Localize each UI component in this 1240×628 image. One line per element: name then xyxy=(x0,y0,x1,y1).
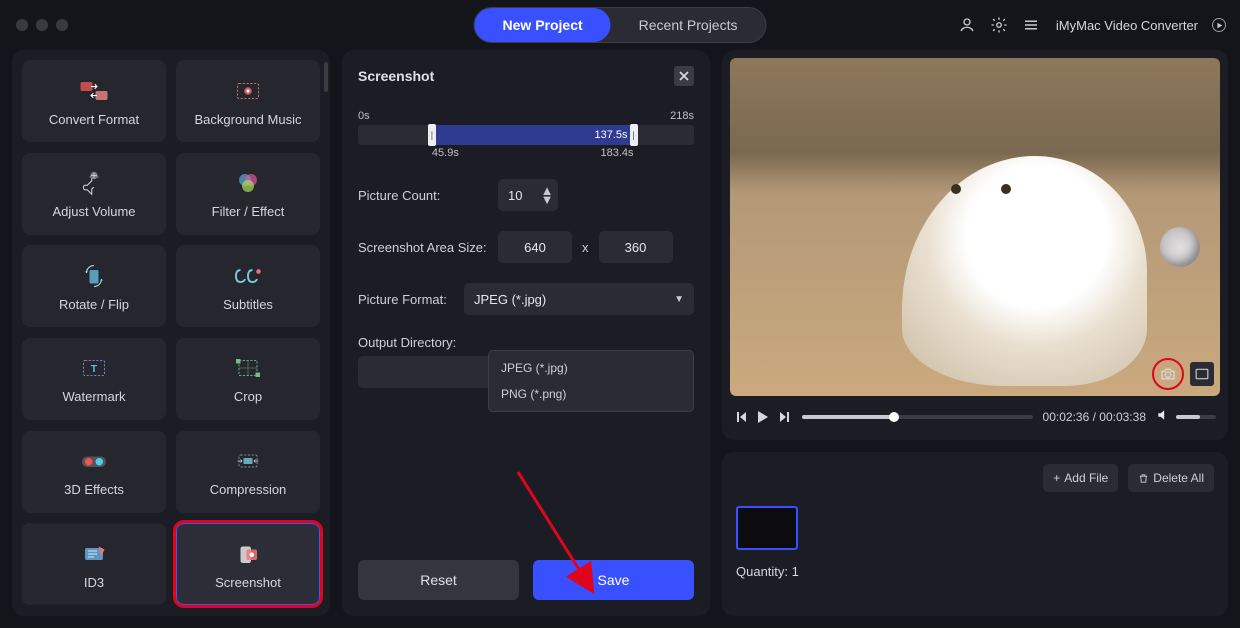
area-separator: x xyxy=(582,240,589,255)
save-button[interactable]: Save xyxy=(533,560,694,600)
progress-bar[interactable] xyxy=(802,415,1033,419)
tool-compression[interactable]: Compression xyxy=(176,431,320,513)
camera-icon[interactable] xyxy=(1152,358,1184,390)
tool-3d-effects[interactable]: 3D Effects xyxy=(22,431,166,513)
tool-label: Compression xyxy=(210,482,287,497)
screenshot-settings-panel: Screenshot 0s 218s 137.5s | | 45.9s 183.… xyxy=(342,50,710,616)
time-range: 0s 218s 137.5s | | 45.9s 183.4s xyxy=(358,110,694,159)
play-button[interactable] xyxy=(756,410,770,424)
watermark-icon: T xyxy=(75,353,113,383)
crop-icon xyxy=(229,353,267,383)
range-handle-right[interactable]: | xyxy=(630,124,638,146)
area-size-label: Screenshot Area Size: xyxy=(358,240,488,255)
tab-new-project[interactable]: New Project xyxy=(475,8,611,42)
file-list-panel: +Add File Delete All Quantity: 1 xyxy=(722,452,1228,616)
range-sel-start: 45.9s xyxy=(432,147,459,159)
video-preview[interactable] xyxy=(730,58,1220,396)
settings-icon[interactable] xyxy=(988,14,1010,36)
window-controls[interactable] xyxy=(16,19,68,31)
add-file-button[interactable]: +Add File xyxy=(1043,464,1118,492)
format-label: Picture Format: xyxy=(358,292,454,307)
format-option-jpeg[interactable]: JPEG (*.jpg) xyxy=(489,355,693,381)
screenshot-icon xyxy=(229,539,267,569)
reset-button[interactable]: Reset xyxy=(358,560,519,600)
quantity-label: Quantity: 1 xyxy=(736,564,1214,579)
file-thumbnail[interactable] xyxy=(736,506,798,550)
tool-label: Crop xyxy=(234,389,262,404)
brand-play-icon xyxy=(1212,18,1226,32)
tool-label: Rotate / Flip xyxy=(59,297,129,312)
panel-title: Screenshot xyxy=(358,68,434,84)
adjust-volume-icon xyxy=(75,168,113,198)
close-panel-button[interactable] xyxy=(674,66,694,86)
tool-label: Background Music xyxy=(195,112,302,127)
subtitles-icon xyxy=(229,261,267,291)
background-music-icon xyxy=(229,76,267,106)
preview-panel: 00:02:36 / 00:03:38 xyxy=(722,50,1228,440)
range-inner-label: 137.5s xyxy=(595,129,628,141)
tool-label: Screenshot xyxy=(215,575,281,590)
scrollbar[interactable] xyxy=(324,62,328,92)
tool-watermark[interactable]: T Watermark xyxy=(22,338,166,420)
rotate-flip-icon xyxy=(75,261,113,291)
tool-label: Watermark xyxy=(62,389,125,404)
account-icon[interactable] xyxy=(956,14,978,36)
range-start-label: 0s xyxy=(358,110,370,122)
tab-recent-projects[interactable]: Recent Projects xyxy=(611,8,766,42)
tool-label: Subtitles xyxy=(223,297,273,312)
tool-label: Adjust Volume xyxy=(52,204,135,219)
next-button[interactable] xyxy=(778,410,792,424)
tool-filter-effect[interactable]: Filter / Effect xyxy=(176,153,320,235)
time-display: 00:02:36 / 00:03:38 xyxy=(1043,410,1146,424)
picture-count-label: Picture Count: xyxy=(358,188,488,203)
tool-adjust-volume[interactable]: Adjust Volume xyxy=(22,153,166,235)
project-tabs: New Project Recent Projects xyxy=(474,7,767,43)
picture-count-input[interactable]: ▲ ▼ xyxy=(498,179,558,211)
picture-count-value[interactable] xyxy=(508,188,536,203)
3d-effects-icon xyxy=(75,446,113,476)
svg-text:T: T xyxy=(91,363,98,375)
range-end-label: 218s xyxy=(670,110,694,122)
tool-label: Convert Format xyxy=(49,112,139,127)
fullscreen-icon[interactable] xyxy=(1190,362,1214,386)
volume-slider[interactable] xyxy=(1176,415,1216,419)
id3-icon xyxy=(75,539,113,569)
compression-icon xyxy=(229,446,267,476)
convert-format-icon xyxy=(75,76,113,106)
range-slider[interactable]: 137.5s | | xyxy=(358,125,694,145)
chevron-down-icon: ▼ xyxy=(674,294,684,305)
volume-icon[interactable] xyxy=(1156,408,1170,427)
tool-label: Filter / Effect xyxy=(212,204,285,219)
range-sel-end: 183.4s xyxy=(601,147,634,159)
brand-name: iMyMac Video Converter xyxy=(1056,18,1198,33)
tool-convert-format[interactable]: Convert Format xyxy=(22,60,166,142)
format-value: JPEG (*.jpg) xyxy=(474,292,546,307)
tool-label: ID3 xyxy=(84,575,104,590)
menu-icon[interactable] xyxy=(1020,14,1042,36)
tool-id3[interactable]: ID3 xyxy=(22,523,166,605)
format-select[interactable]: JPEG (*.jpg) ▼ xyxy=(464,283,694,315)
filter-effect-icon xyxy=(229,168,267,198)
spin-down[interactable]: ▼ xyxy=(542,196,552,204)
tool-rotate-flip[interactable]: Rotate / Flip xyxy=(22,245,166,327)
format-option-png[interactable]: PNG (*.png) xyxy=(489,381,693,407)
delete-all-button[interactable]: Delete All xyxy=(1128,464,1214,492)
format-dropdown: JPEG (*.jpg) PNG (*.png) xyxy=(488,350,694,412)
tool-subtitles[interactable]: Subtitles xyxy=(176,245,320,327)
range-handle-left[interactable]: | xyxy=(428,124,436,146)
prev-button[interactable] xyxy=(734,410,748,424)
area-height-input[interactable] xyxy=(599,231,673,263)
tool-crop[interactable]: Crop xyxy=(176,338,320,420)
output-label: Output Directory: xyxy=(358,335,468,350)
tool-screenshot[interactable]: Screenshot xyxy=(176,523,320,605)
tools-panel: Convert Format Background Music Adjust Vol… xyxy=(12,50,330,616)
area-width-input[interactable] xyxy=(498,231,572,263)
tool-label: 3D Effects xyxy=(64,482,124,497)
tool-background-music[interactable]: Background Music xyxy=(176,60,320,142)
